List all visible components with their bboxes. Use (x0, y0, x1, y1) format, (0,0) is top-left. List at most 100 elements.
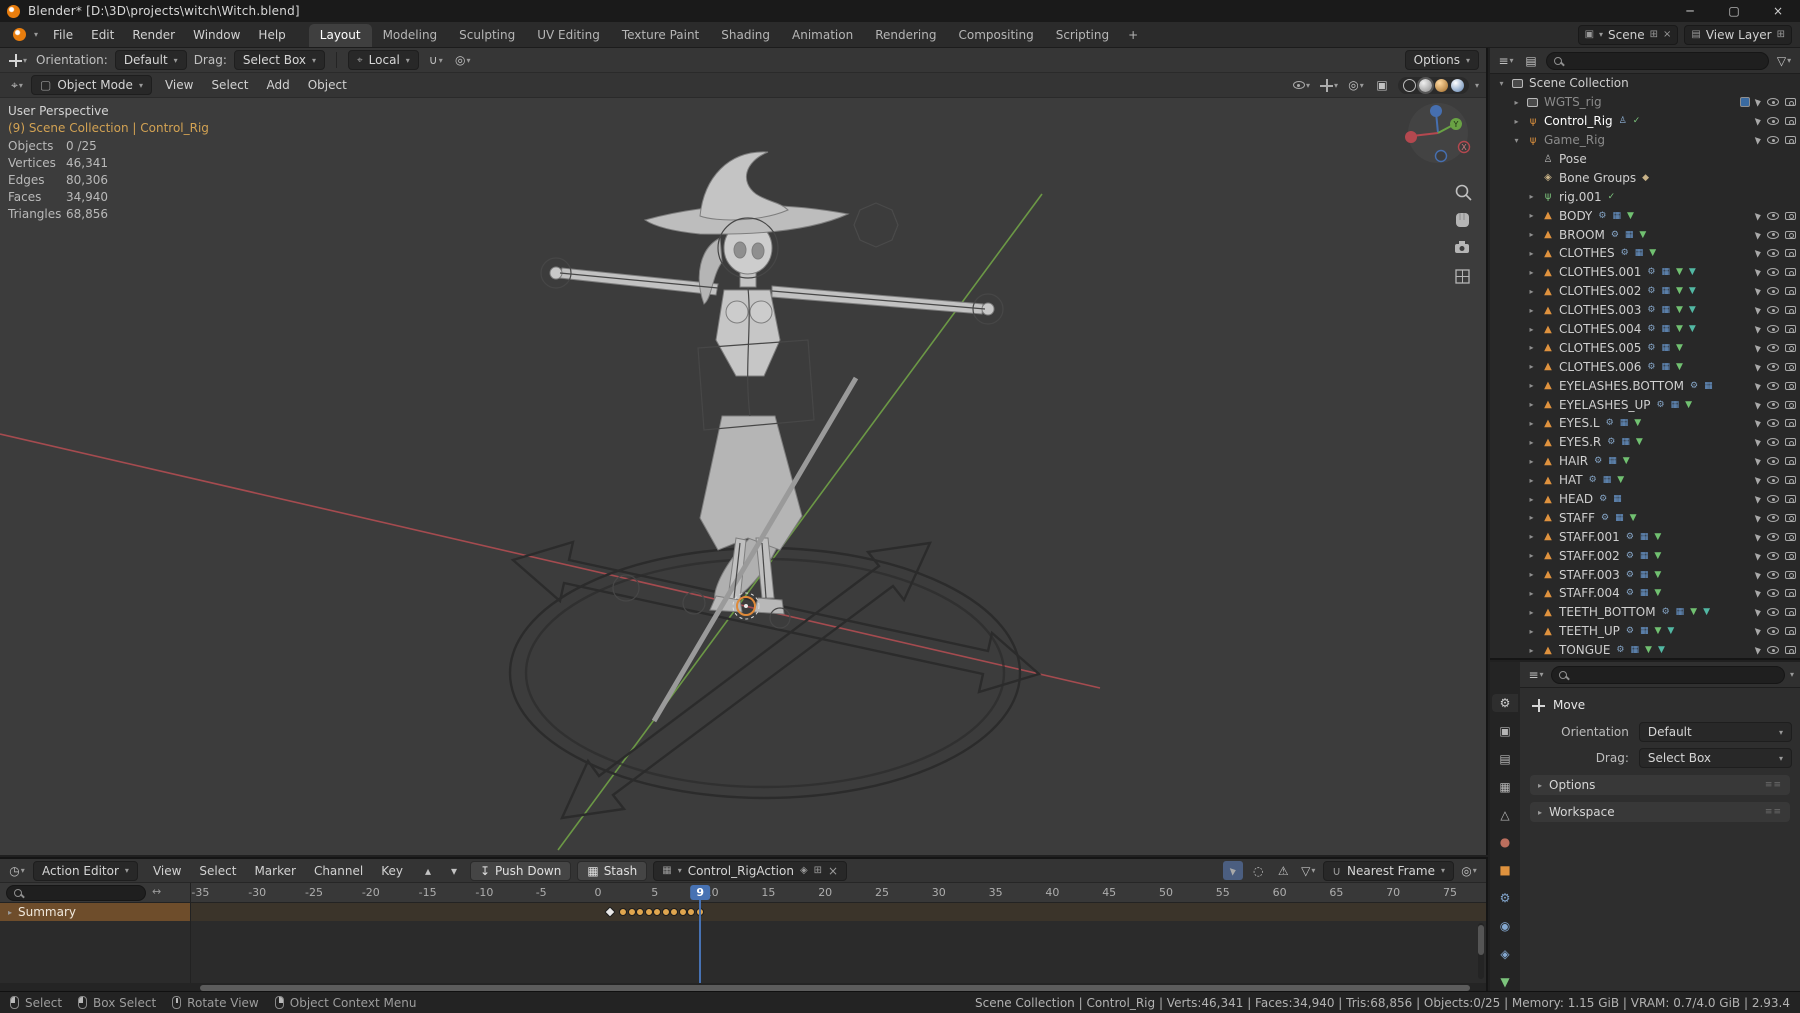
selectable-toggle-icon[interactable] (1755, 589, 1762, 598)
viewport-menu-select[interactable]: Select (202, 75, 257, 95)
properties-tab-object[interactable]: ■ (1492, 861, 1518, 879)
timeline-ruler[interactable]: -35-30-25-20-15-10-505101520253035404550… (0, 883, 1486, 903)
exclude-checkbox-icon[interactable] (1740, 97, 1750, 107)
outliner-row[interactable]: ▸▲HEAD⚙▦ (1490, 490, 1800, 509)
properties-tab-constraints[interactable]: ◈ (1492, 945, 1518, 963)
properties-tab-tool[interactable]: ⚙ (1492, 694, 1518, 712)
disclosure-right-icon[interactable]: ▸ (1511, 117, 1522, 126)
viewport-menu-object[interactable]: Object (299, 75, 356, 95)
hide-eye-toggle-icon[interactable] (1767, 344, 1779, 352)
outliner-row[interactable]: ▸▲EYELASHES_UP⚙▦▼ (1490, 395, 1800, 414)
workspace-tab-modeling[interactable]: Modeling (372, 24, 449, 47)
disclosure-right-icon[interactable]: ▸ (1526, 495, 1537, 504)
outliner-row[interactable]: ▸WGTS_rig (1490, 93, 1800, 112)
viewport-canvas[interactable]: Y X (0, 98, 1488, 855)
properties-tab-world[interactable]: ● (1492, 834, 1518, 852)
workspace-tab-scripting[interactable]: Scripting (1045, 24, 1120, 47)
hide-eye-toggle-icon[interactable] (1767, 627, 1779, 635)
menubar-menu-window[interactable]: Window (184, 25, 249, 45)
push-down-button[interactable]: ↧Push Down (470, 861, 571, 881)
selectable-toggle-icon[interactable] (1755, 249, 1762, 258)
render-camera-toggle-icon[interactable] (1785, 401, 1796, 409)
shading-wireframe-icon[interactable] (1403, 79, 1416, 92)
selectable-toggle-icon[interactable] (1755, 324, 1762, 333)
hide-eye-toggle-icon[interactable] (1767, 646, 1779, 654)
selectable-toggle-icon[interactable] (1755, 570, 1762, 579)
workspace-tab-layout[interactable]: Layout (309, 24, 372, 47)
show-hidden-toggle[interactable]: ◌ (1248, 861, 1268, 880)
proportional-editing-toggle[interactable]: ◎▾ (1459, 861, 1479, 880)
hide-eye-toggle-icon[interactable] (1767, 533, 1779, 541)
dope-menu-view[interactable]: View (144, 861, 190, 881)
outliner-row[interactable]: ▸▲CLOTHES.003⚙▦▼▼ (1490, 301, 1800, 320)
disclosure-right-icon[interactable]: ▸ (1526, 532, 1537, 541)
new-action-icon[interactable]: ⊞ (814, 865, 822, 876)
outliner-row[interactable]: ▾ψGame_Rig (1490, 131, 1800, 150)
filter-button[interactable]: ▽▾ (1298, 861, 1318, 880)
editor-type-button[interactable]: ≡▾ (1496, 51, 1516, 70)
hide-eye-toggle-icon[interactable] (1767, 212, 1779, 220)
overlays-dropdown[interactable]: ◎▾ (1346, 76, 1366, 95)
render-camera-toggle-icon[interactable] (1785, 419, 1796, 427)
panel-grip-icon[interactable]: ≡≡ (1765, 807, 1782, 817)
selectable-toggle-icon[interactable] (1755, 117, 1762, 126)
hide-eye-toggle-icon[interactable] (1767, 98, 1779, 106)
hide-eye-toggle-icon[interactable] (1767, 306, 1779, 314)
disclosure-right-icon[interactable]: ▸ (1526, 287, 1537, 296)
render-camera-toggle-icon[interactable] (1785, 344, 1796, 352)
disclosure-right-icon[interactable]: ▸ (1526, 381, 1537, 390)
selectable-toggle-icon[interactable] (1755, 646, 1762, 655)
channel-column-divider[interactable] (190, 883, 191, 983)
hide-eye-toggle-icon[interactable] (1767, 382, 1779, 390)
zoom-icon[interactable] (1457, 186, 1472, 201)
hide-eye-toggle-icon[interactable] (1767, 571, 1779, 579)
filter-dropdown-icon[interactable]: ▾ (1790, 670, 1794, 679)
selectable-toggle-icon[interactable] (1755, 457, 1762, 466)
outliner-row[interactable]: ▸▲TEETH_UP⚙▦▼▼ (1490, 622, 1800, 641)
workspace-tab-animation[interactable]: Animation (781, 24, 864, 47)
filter-button[interactable]: ▽▾ (1774, 51, 1794, 70)
menubar-menu-help[interactable]: Help (249, 25, 294, 45)
render-camera-toggle-icon[interactable] (1785, 646, 1796, 654)
selectable-toggle-icon[interactable] (1755, 135, 1762, 144)
current-frame-badge[interactable]: 9 (690, 885, 710, 900)
summary-keyframe-band[interactable] (0, 903, 1486, 921)
proportional-editing-toggle[interactable]: ◎▾ (453, 51, 473, 70)
outliner-row[interactable]: ▸▲EYES.R⚙▦▼ (1490, 433, 1800, 452)
render-camera-toggle-icon[interactable] (1785, 476, 1796, 484)
disclosure-right-icon[interactable]: ▸ (1526, 570, 1537, 579)
object-visibility-dropdown[interactable]: ▾ (1291, 76, 1312, 95)
render-camera-toggle-icon[interactable] (1785, 325, 1796, 333)
active-tool-button[interactable]: ▾ (7, 51, 29, 70)
blender-menu-button[interactable]: ▾ (0, 28, 44, 41)
only-selected-filter-toggle[interactable] (1223, 861, 1243, 880)
shading-dropdown-icon[interactable]: ▾ (1475, 81, 1479, 90)
selectable-toggle-icon[interactable] (1755, 551, 1762, 560)
outliner-row[interactable]: ▸ψControl_Rig♙✓ (1490, 112, 1800, 131)
render-camera-toggle-icon[interactable] (1785, 212, 1796, 220)
dope-menu-channel[interactable]: Channel (305, 861, 372, 881)
dope-menu-marker[interactable]: Marker (245, 861, 304, 881)
properties-search-input[interactable] (1551, 666, 1785, 684)
show-errors-toggle[interactable]: ⚠ (1273, 861, 1293, 880)
outliner-row[interactable]: ▸▲CLOTHES.006⚙▦▼ (1490, 357, 1800, 376)
selectable-toggle-icon[interactable] (1755, 438, 1762, 447)
hide-eye-toggle-icon[interactable] (1767, 325, 1779, 333)
xray-toggle[interactable]: ▣ (1372, 76, 1392, 95)
disclosure-right-icon[interactable]: ▸ (1526, 325, 1537, 334)
editor-mode-dropdown[interactable]: Action Editor▾ (33, 861, 138, 881)
render-camera-toggle-icon[interactable] (1785, 306, 1796, 314)
selectable-toggle-icon[interactable] (1755, 230, 1762, 239)
mode-dropdown[interactable]: ▢Object Mode▾ (31, 75, 152, 95)
hide-eye-toggle-icon[interactable] (1767, 363, 1779, 371)
minimize-button[interactable]: ─ (1668, 0, 1712, 22)
keyframe-circle[interactable] (628, 908, 636, 916)
summary-channel[interactable]: ▸ Summary (0, 903, 190, 921)
selectable-toggle-icon[interactable] (1755, 419, 1762, 428)
scrollbar-thumb[interactable] (1478, 925, 1484, 955)
render-camera-toggle-icon[interactable] (1785, 268, 1796, 276)
unlink-scene-icon[interactable]: × (1663, 29, 1671, 40)
gizmo-z-neg-axis[interactable] (1436, 151, 1447, 162)
render-camera-toggle-icon[interactable] (1785, 231, 1796, 239)
hide-eye-toggle-icon[interactable] (1767, 476, 1779, 484)
